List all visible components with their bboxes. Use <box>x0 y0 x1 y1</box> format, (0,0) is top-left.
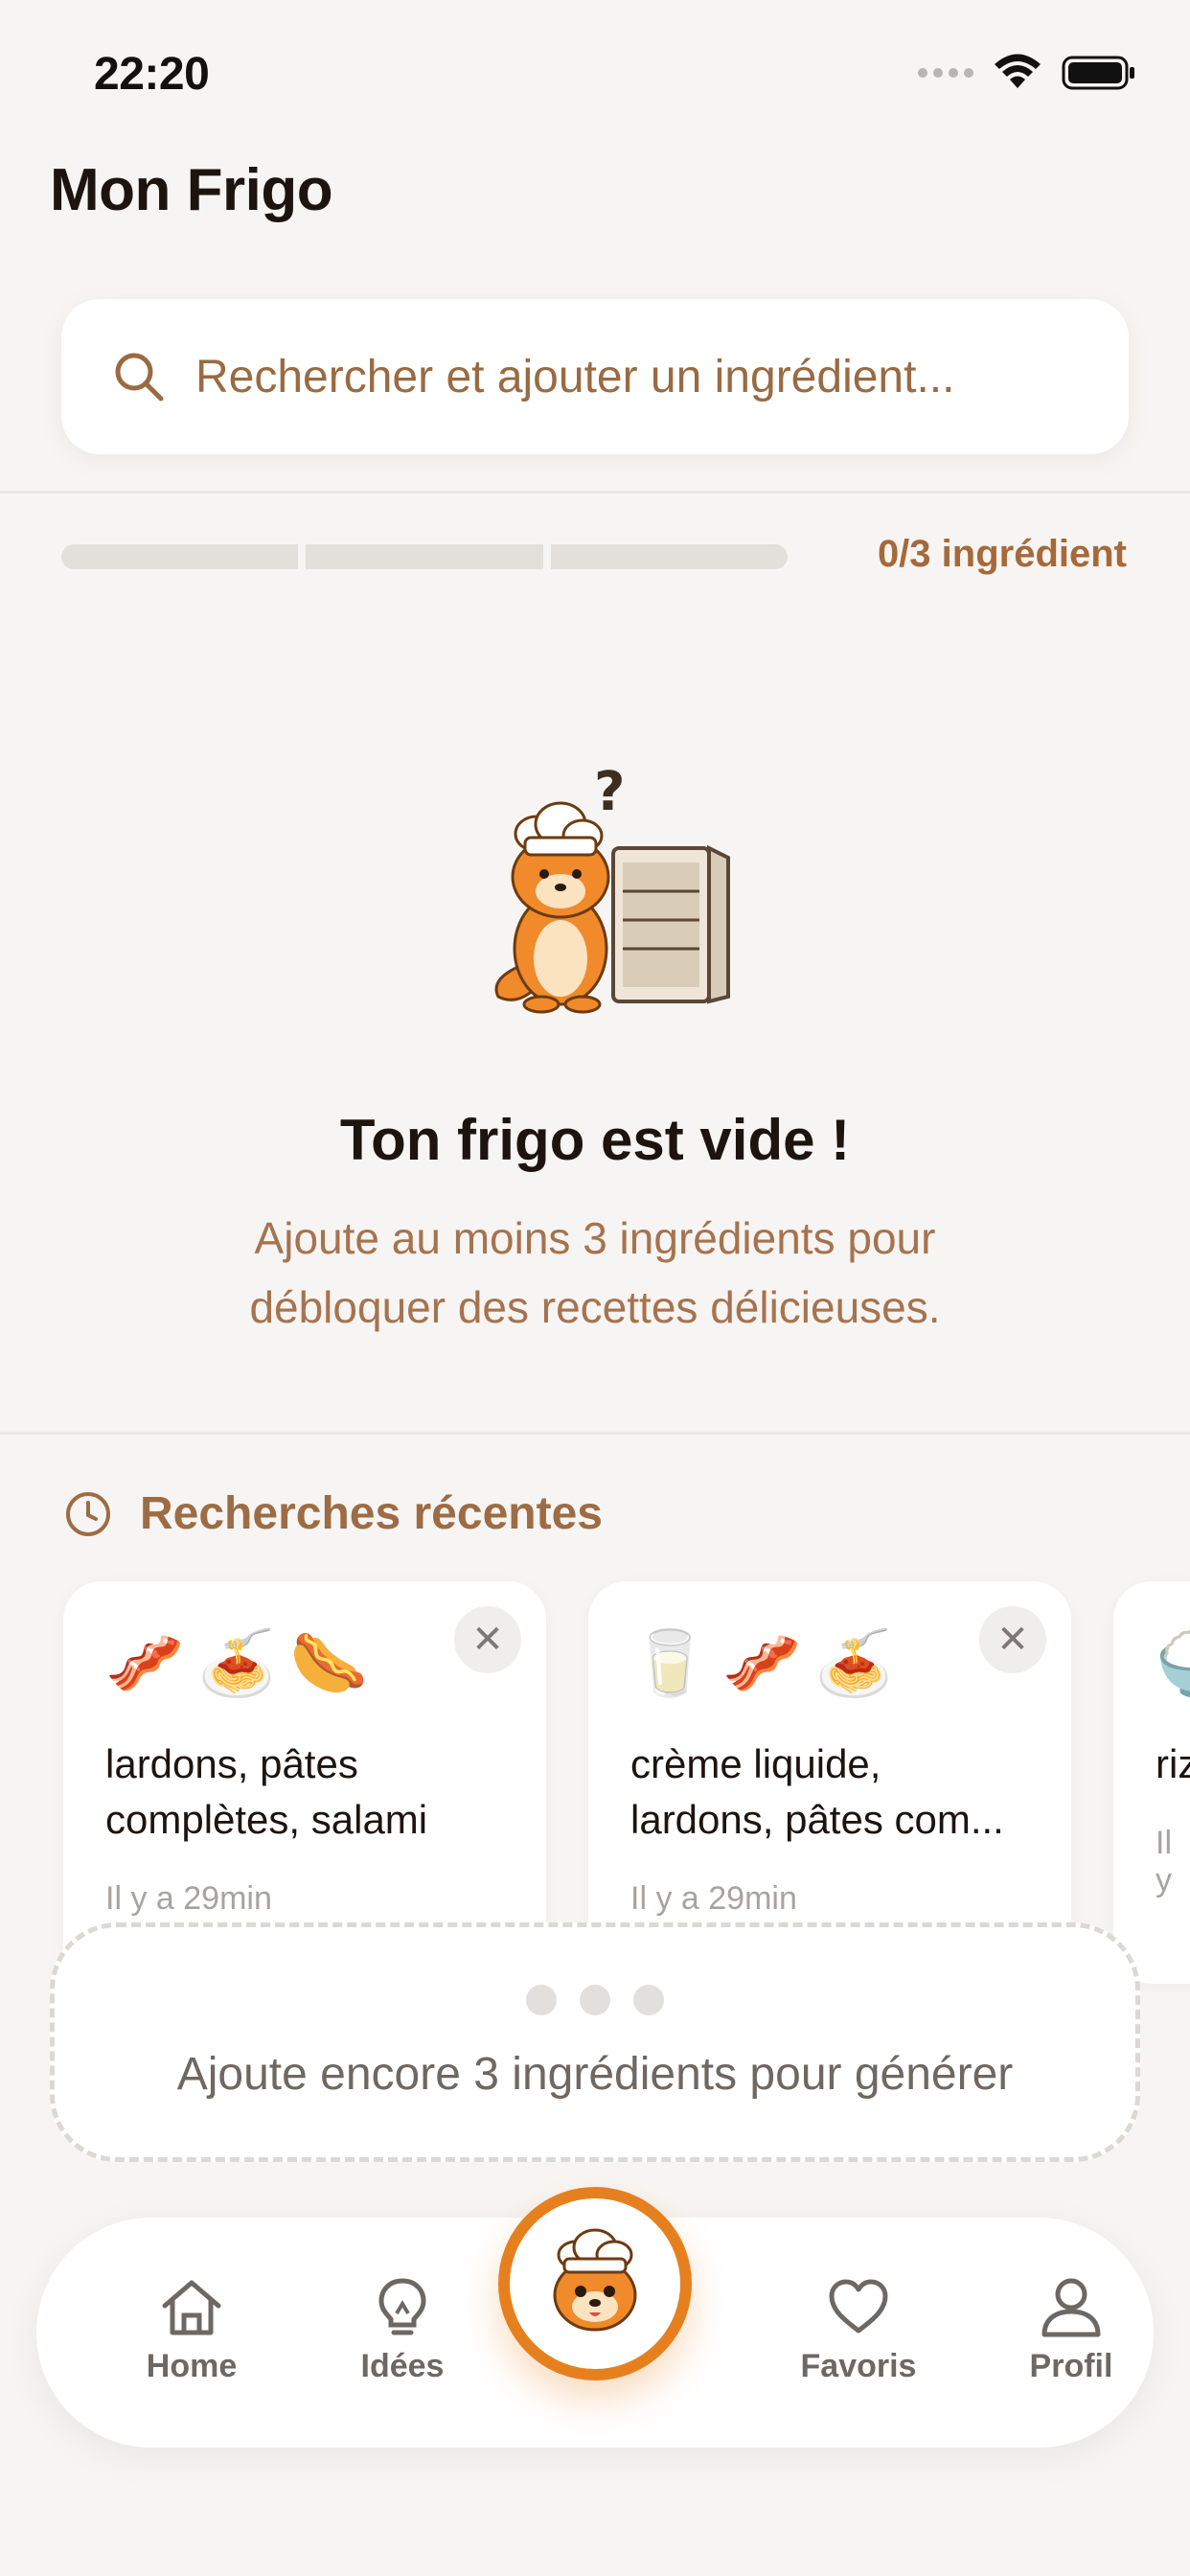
recent-search-time: Il y <box>1156 1825 1172 1898</box>
progress-label: 0/3 ingrédient <box>877 533 1127 575</box>
recent-search-card[interactable]: 🍚 riz lic Il y <box>1113 1581 1190 1984</box>
otter-empty-fridge-illustration: ? <box>494 761 730 1014</box>
status-icons <box>918 54 1136 92</box>
search-placeholder: Rechercher et ajouter un ingrédient... <box>195 351 955 402</box>
tab-profil[interactable]: Profil <box>985 2275 1157 2385</box>
ingredient-progress-bar <box>61 544 788 569</box>
empty-state-title: Ton frigo est vide ! <box>339 1108 851 1172</box>
divider <box>0 491 1190 494</box>
recent-search-ingredients: lardons, pâtes complètes, salami <box>105 1741 428 1842</box>
divider <box>0 1432 1190 1435</box>
close-icon[interactable]: ✕ <box>454 1606 521 1673</box>
tab-favoris[interactable]: Favoris <box>772 2275 945 2385</box>
progress-segment <box>550 544 788 569</box>
tab-label: Home <box>146 2348 238 2384</box>
wifi-icon <box>995 54 1041 88</box>
heart-icon <box>829 2279 888 2334</box>
tab-idees[interactable]: Idées <box>316 2275 489 2385</box>
mascot-generate-button[interactable] <box>498 2187 692 2380</box>
close-icon[interactable]: ✕ <box>979 1606 1046 1673</box>
cellular-signal-icon <box>918 68 973 78</box>
recent-search-ingredients: crème liquide, lardons, pâtes com... <box>630 1741 1004 1842</box>
tab-label: Favoris <box>800 2348 917 2384</box>
loading-dots <box>526 1984 664 2015</box>
clock-icon <box>66 1491 110 1536</box>
battery-icon <box>1062 56 1134 90</box>
otter-chef-icon <box>553 2228 637 2332</box>
ingredient-search-input[interactable]: Rechercher et ajouter un ingrédient... <box>61 299 1129 454</box>
page-title: Mon Frigo <box>50 157 333 223</box>
progress-segment <box>306 544 543 569</box>
recent-search-ingredients: riz lic <box>1156 1741 1190 1786</box>
search-icon <box>115 353 164 402</box>
status-time: 22:20 <box>94 49 210 100</box>
generate-message: Ajoute encore 3 ingrédients pour générer <box>176 2048 1014 2100</box>
recent-searches-header: Recherches récentes <box>63 1487 603 1540</box>
generate-recipes-banner: Ajoute encore 3 ingrédients pour générer <box>50 1922 1140 2162</box>
lightbulb-icon <box>378 2278 426 2335</box>
svg-text:?: ? <box>594 761 625 823</box>
home-icon <box>162 2280 221 2335</box>
user-icon <box>1041 2278 1101 2337</box>
recent-search-time: Il y a 29min <box>105 1880 272 1917</box>
empty-state-description: Ajoute au moins 3 ingrédients pour déblo… <box>249 1213 941 1332</box>
tab-label: Profil <box>1029 2348 1113 2384</box>
ingredient-emojis: 🍚 <box>1156 1631 1190 1694</box>
recent-searches-title: Recherches récentes <box>140 1488 603 1539</box>
tab-label: Idées <box>360 2348 445 2384</box>
recent-search-time: Il y a 29min <box>630 1880 797 1917</box>
ingredient-emojis: 🥛🥓🍝 <box>630 1627 907 1698</box>
progress-segment <box>61 544 299 569</box>
ingredient-emojis: 🥓🍝🌭 <box>105 1627 382 1698</box>
tab-home[interactable]: Home <box>105 2275 278 2385</box>
